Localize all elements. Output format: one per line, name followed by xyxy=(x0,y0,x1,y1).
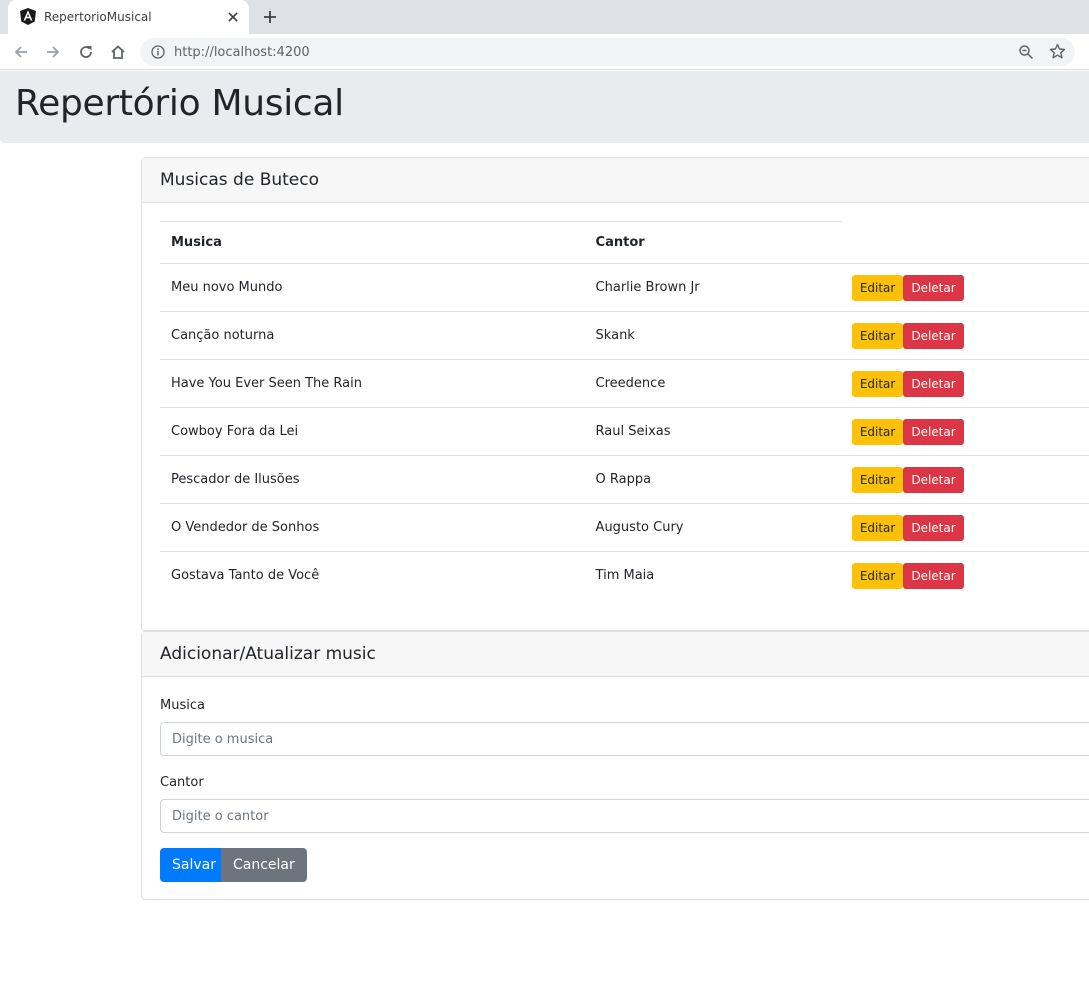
edit-button[interactable]: Editar xyxy=(851,274,904,301)
song-singer: Augusto Cury xyxy=(584,503,842,552)
musica-input[interactable] xyxy=(160,722,1089,756)
browser-tab[interactable]: RepertorioMusical xyxy=(8,0,249,34)
info-icon[interactable] xyxy=(151,45,165,59)
home-icon[interactable] xyxy=(109,43,127,61)
close-tab-icon[interactable] xyxy=(224,8,242,26)
row-actions: Editar Deletar xyxy=(841,359,1089,408)
cantor-label: Cantor xyxy=(160,775,204,790)
song-title: Pescador de Ilusões xyxy=(160,455,585,504)
song-list-header: Musicas de Buteco xyxy=(142,158,1089,203)
song-singer: Charlie Brown Jr xyxy=(584,263,842,312)
edit-button[interactable]: Editar xyxy=(851,562,904,589)
delete-button[interactable]: Deletar xyxy=(903,274,964,301)
edit-button[interactable]: Editar xyxy=(851,418,904,445)
song-singer: O Rappa xyxy=(584,455,842,504)
browser-tab-strip: RepertorioMusical xyxy=(0,0,1089,34)
reload-icon[interactable] xyxy=(77,43,95,61)
page-header: Repertório Musical xyxy=(0,71,1089,143)
musica-label: Musica xyxy=(160,698,205,713)
row-actions: Editar Deletar xyxy=(841,311,1089,360)
table-row: O Vendedor de Sonhos Augusto Cury Editar… xyxy=(160,503,1089,552)
song-title: Gostava Tanto de Você xyxy=(171,568,320,584)
forward-icon[interactable] xyxy=(44,43,62,61)
song-list-card: Musicas de Buteco Musica Cantor Meu novo… xyxy=(141,157,1089,631)
song-title: O Vendedor de Sonhos xyxy=(160,503,585,552)
angular-logo-icon xyxy=(20,8,36,25)
row-actions: Editar Deletar xyxy=(841,503,1089,552)
delete-button[interactable]: Deletar xyxy=(903,418,964,445)
song-title: Canção noturna xyxy=(160,311,585,360)
column-header-cantor: Cantor xyxy=(584,221,842,264)
song-singer: Tim Maia xyxy=(595,568,655,584)
zoom-icon[interactable] xyxy=(1018,44,1034,60)
table-row: Have You Ever Seen The Rain Creedence Ed… xyxy=(160,359,1089,408)
edit-button[interactable]: Editar xyxy=(851,322,904,349)
row-actions: Editar Deletar xyxy=(841,455,1089,504)
song-form-card: Adicionar/Atualizar music Musica Cantor … xyxy=(141,631,1089,900)
row-actions: Editar Deletar xyxy=(841,263,1089,312)
song-title: Meu novo Mundo xyxy=(160,263,585,312)
song-singer: Raul Seixas xyxy=(584,407,842,456)
row-actions: Editar Deletar xyxy=(842,552,1089,600)
delete-button[interactable]: Deletar xyxy=(903,466,964,493)
song-table: Musica Cantor Meu novo Mundo Charlie Bro… xyxy=(160,221,1089,600)
table-row: Gostava Tanto de Você Tim Maia Editar Del… xyxy=(160,552,1089,600)
edit-button[interactable]: Editar xyxy=(851,370,904,397)
cantor-input[interactable] xyxy=(160,799,1089,833)
table-row: Pescador de Ilusões O Rappa Editar Deleta… xyxy=(160,455,1089,504)
table-row: Canção noturna Skank Editar Deletar xyxy=(160,311,1089,360)
delete-button[interactable]: Deletar xyxy=(903,322,964,349)
bookmark-star-icon[interactable] xyxy=(1049,43,1066,60)
row-actions: Editar Deletar xyxy=(841,407,1089,456)
song-form-header: Adicionar/Atualizar music xyxy=(142,632,1089,677)
address-bar[interactable]: http://localhost:4200 xyxy=(140,38,1075,66)
page-title: Repertório Musical xyxy=(15,83,344,124)
table-row: Cowboy Fora da Lei Raul Seixas Editar Del… xyxy=(160,407,1089,456)
back-icon[interactable] xyxy=(12,43,30,61)
edit-button[interactable]: Editar xyxy=(851,514,904,541)
browser-toolbar: http://localhost:4200 xyxy=(0,34,1089,70)
delete-button[interactable]: Deletar xyxy=(903,370,964,397)
column-header-actions xyxy=(841,221,1089,264)
url-text: http://localhost:4200 xyxy=(174,45,310,60)
delete-button[interactable]: Deletar xyxy=(903,514,964,541)
column-header-musica: Musica xyxy=(160,221,585,264)
save-button[interactable]: Salvar xyxy=(160,848,228,882)
song-singer: Creedence xyxy=(584,359,842,408)
song-title: Cowboy Fora da Lei xyxy=(160,407,585,456)
delete-button[interactable]: Deletar xyxy=(903,562,964,589)
edit-button[interactable]: Editar xyxy=(851,466,904,493)
new-tab-icon[interactable] xyxy=(261,8,279,26)
table-row: Meu novo Mundo Charlie Brown Jr Editar De… xyxy=(160,263,1089,312)
cancel-button[interactable]: Cancelar xyxy=(221,848,307,882)
song-singer: Skank xyxy=(584,311,842,360)
table-header-row: Musica Cantor xyxy=(160,221,1089,264)
song-title: Have You Ever Seen The Rain xyxy=(160,359,585,408)
tab-title: RepertorioMusical xyxy=(44,10,152,24)
